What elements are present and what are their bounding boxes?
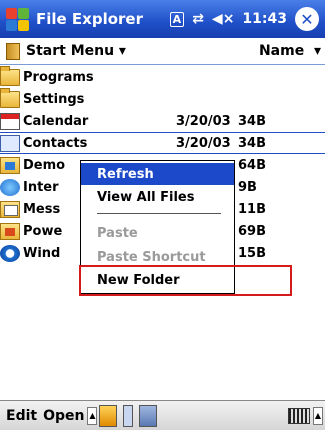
- messaging-icon: [0, 200, 20, 218]
- folder-view-icon[interactable]: [99, 404, 118, 427]
- file-size: 69B: [238, 223, 266, 239]
- storage-card-icon[interactable]: [123, 404, 134, 427]
- file-size: 34B: [238, 135, 266, 151]
- list-item[interactable]: Programs: [0, 65, 325, 88]
- command-bar: Edit Open ▲ ▲: [0, 400, 325, 430]
- sort-dropdown[interactable]: Name ▾: [259, 43, 321, 59]
- file-name: Programs: [23, 69, 94, 85]
- file-size: 11B: [238, 201, 266, 217]
- chevron-up-icon[interactable]: ▲: [87, 406, 98, 425]
- file-date: 3/20/03: [176, 135, 231, 151]
- file-name: Calendar: [23, 113, 89, 129]
- menu-item-refresh[interactable]: Refresh: [81, 163, 234, 185]
- folder-book-icon: [6, 42, 20, 60]
- folder-icon: [0, 65, 20, 86]
- volume-icon[interactable]: ◀×: [212, 11, 235, 27]
- ime-indicator[interactable]: A: [169, 11, 185, 27]
- chevron-down-icon: ▾: [309, 43, 321, 59]
- menu-separator: [97, 213, 221, 214]
- file-size: 64B: [238, 157, 266, 173]
- clock[interactable]: 11:43: [242, 11, 287, 27]
- close-button[interactable]: ✕: [295, 7, 319, 31]
- title-bar: File Explorer A ⇄ ◀× 11:43 ✕: [0, 0, 325, 38]
- program-icon: [0, 156, 20, 174]
- connectivity-icon[interactable]: ⇄: [192, 11, 204, 27]
- menu-item-paste: Paste: [97, 225, 138, 241]
- sort-dropdown-label: Name: [258, 43, 305, 59]
- internet-explorer-icon: [0, 178, 20, 196]
- highlight-annotation: [79, 265, 292, 296]
- windows-media-icon: [0, 244, 20, 262]
- network-icon[interactable]: [139, 404, 158, 427]
- file-size: 34B: [238, 113, 266, 129]
- menu-item-view-all-files[interactable]: View All Files: [81, 186, 234, 208]
- calendar-icon: [0, 112, 20, 130]
- folder-icon: [0, 87, 20, 108]
- file-date: 3/20/03: [176, 113, 231, 129]
- file-size: 15B: [238, 245, 266, 261]
- folder-dropdown-label: Start Menu: [26, 43, 115, 59]
- system-tray: A ⇄ ◀× 11:43 ✕: [162, 7, 325, 31]
- powerpoint-icon: [0, 222, 20, 240]
- edit-menu[interactable]: Edit: [6, 408, 37, 424]
- contacts-icon: [0, 134, 20, 152]
- chevron-down-icon: ▾: [114, 43, 126, 59]
- file-name: Contacts: [23, 135, 88, 151]
- app-title: File Explorer: [36, 10, 143, 28]
- file-name: Settings: [23, 91, 85, 107]
- chevron-up-icon[interactable]: ▲: [313, 406, 323, 425]
- file-size: 9B: [238, 179, 257, 195]
- start-menu-icon[interactable]: [4, 5, 32, 33]
- list-item[interactable]: Calendar 3/20/03 34B: [0, 110, 325, 132]
- list-item[interactable]: Settings: [0, 87, 325, 110]
- folder-bar: Start Menu ▾ Name ▾: [0, 38, 325, 65]
- list-item[interactable]: Contacts 3/20/03 34B: [0, 132, 325, 154]
- open-menu[interactable]: Open: [43, 408, 84, 424]
- keyboard-icon[interactable]: [288, 407, 310, 424]
- folder-dropdown[interactable]: Start Menu ▾: [6, 42, 126, 60]
